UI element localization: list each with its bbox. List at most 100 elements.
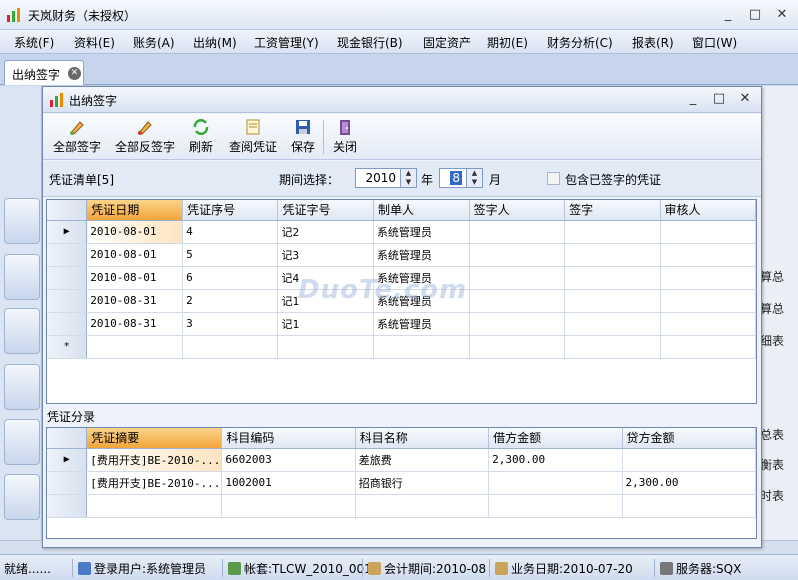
background-link-6[interactable]: 时表 xyxy=(760,487,784,504)
cell-date[interactable]: 2010-08-01 xyxy=(86,266,184,290)
cell-reviewer[interactable] xyxy=(660,312,756,336)
table-row[interactable] xyxy=(47,494,756,518)
cell-signed[interactable] xyxy=(564,220,661,244)
row-selector[interactable] xyxy=(47,494,88,518)
dialog-close-button[interactable]: ✕ xyxy=(735,90,755,108)
menu-fixed-assets[interactable]: 固定资产 xyxy=(423,34,471,51)
cell-number[interactable]: 记3 xyxy=(277,243,374,267)
nav-user-icon[interactable] xyxy=(4,308,40,354)
year-spin-arrows-icon[interactable]: ▲ ▼ xyxy=(400,169,416,187)
menu-payroll[interactable]: 工资管理(Y) xyxy=(254,34,319,51)
nav-print-icon[interactable] xyxy=(4,364,40,410)
column-header-summary[interactable]: 凭证摘要 xyxy=(86,428,223,449)
row-selector[interactable] xyxy=(47,266,88,290)
include-signed-checkbox[interactable] xyxy=(547,172,560,185)
cell-seq[interactable]: 6 xyxy=(182,266,279,290)
table-row[interactable]: ▶ [费用开支]BE-2010-... 6602003 差旅费 2,300.00 xyxy=(47,448,756,472)
cell-reviewer[interactable] xyxy=(660,289,756,313)
cell-signer[interactable] xyxy=(469,266,566,290)
cell-reviewer[interactable] xyxy=(660,220,756,244)
save-button[interactable]: 保存 xyxy=(291,118,315,155)
table-row[interactable]: [费用开支]BE-2010-... 1002001 招商银行 2,300.00 xyxy=(47,471,756,495)
cell-signer[interactable] xyxy=(469,312,566,336)
column-header-signed[interactable]: 签字 xyxy=(564,200,661,221)
nav-books-icon[interactable] xyxy=(4,419,40,465)
menu-data[interactable]: 资料(E) xyxy=(74,34,115,51)
cell-account-code[interactable]: 1002001 xyxy=(221,471,356,495)
row-selector-header[interactable] xyxy=(47,428,88,449)
column-header-debit[interactable]: 借方金额 xyxy=(488,428,623,449)
menu-accounts[interactable]: 账务(A) xyxy=(133,34,175,51)
cell-account-name[interactable]: 差旅费 xyxy=(355,448,490,472)
dialog-maximize-button[interactable]: □ xyxy=(709,90,729,108)
year-spinner[interactable]: 2010 ▲ ▼ xyxy=(355,168,417,188)
close-dialog-button[interactable]: 关闭 xyxy=(333,118,357,155)
cell-debit[interactable] xyxy=(488,471,623,495)
new-row[interactable]: * xyxy=(47,335,756,359)
column-header-creator[interactable]: 制单人 xyxy=(373,200,470,221)
menu-system[interactable]: 系统(F) xyxy=(14,34,54,51)
nav-ledger-icon[interactable] xyxy=(4,254,40,300)
cell-date[interactable]: 2010-08-31 xyxy=(86,289,184,313)
cell-signer[interactable] xyxy=(469,289,566,313)
close-button[interactable]: ✕ xyxy=(772,6,792,24)
nav-chart-icon[interactable] xyxy=(4,474,40,520)
row-selector[interactable] xyxy=(47,243,88,267)
cell-reviewer[interactable] xyxy=(660,243,756,267)
menu-cash-bank[interactable]: 现金银行(B) xyxy=(337,34,403,51)
table-row[interactable]: 2010-08-01 5 记3 系统管理员 xyxy=(47,243,756,267)
cell-seq[interactable]: 5 xyxy=(182,243,279,267)
cell-creator[interactable]: 系统管理员 xyxy=(373,312,470,336)
cell-number[interactable]: 记1 xyxy=(277,312,374,336)
unsign-all-button[interactable]: 全部反签字 xyxy=(115,118,175,155)
cell-creator[interactable]: 系统管理员 xyxy=(373,220,470,244)
column-header-account-name[interactable]: 科目名称 xyxy=(355,428,490,449)
table-row[interactable]: 2010-08-31 3 记1 系统管理员 xyxy=(47,312,756,336)
minimize-button[interactable]: _ xyxy=(718,6,738,24)
menu-analysis[interactable]: 财务分析(C) xyxy=(547,34,613,51)
row-selector-header[interactable] xyxy=(47,200,88,221)
dialog-minimize-button[interactable]: _ xyxy=(683,90,703,108)
cell-seq[interactable]: 4 xyxy=(182,220,279,244)
cell-credit[interactable]: 2,300.00 xyxy=(622,471,756,495)
row-selector[interactable] xyxy=(47,289,88,313)
cell-summary[interactable]: [费用开支]BE-2010-... xyxy=(86,448,223,472)
table-row[interactable]: ▶ 2010-08-01 4 记2 系统管理员 xyxy=(47,220,756,244)
background-link-1[interactable]: 算总 xyxy=(760,268,784,285)
menu-cashier[interactable]: 出纳(M) xyxy=(193,34,237,51)
cell-account-code[interactable]: 6602003 xyxy=(221,448,356,472)
column-header-signer[interactable]: 签字人 xyxy=(469,200,566,221)
column-header-voucher-date[interactable]: 凭证日期 xyxy=(86,200,184,221)
cell-reviewer[interactable] xyxy=(660,266,756,290)
menu-window[interactable]: 窗口(W) xyxy=(692,34,737,51)
background-link-5[interactable]: 衡表 xyxy=(760,456,784,473)
refresh-button[interactable]: 刷新 xyxy=(189,118,213,155)
menu-reports[interactable]: 报表(R) xyxy=(632,34,674,51)
background-link-2[interactable]: 算总 xyxy=(760,300,784,317)
column-header-reviewer[interactable]: 审核人 xyxy=(660,200,756,221)
column-header-credit[interactable]: 贷方金额 xyxy=(622,428,756,449)
cell-summary[interactable]: [费用开支]BE-2010-... xyxy=(86,471,223,495)
include-signed-label[interactable]: 包含已签字的凭证 xyxy=(565,171,661,188)
background-link-3[interactable]: 细表 xyxy=(760,332,784,349)
cell-seq[interactable]: 3 xyxy=(182,312,279,336)
month-spin-arrows-icon[interactable]: ▲ ▼ xyxy=(466,169,482,187)
cell-signed[interactable] xyxy=(564,312,661,336)
month-spinner[interactable]: 8 ▲ ▼ xyxy=(439,168,483,188)
sign-all-button[interactable]: 全部签字 xyxy=(53,118,101,155)
cell-signer[interactable] xyxy=(469,243,566,267)
cell-credit[interactable] xyxy=(622,448,756,472)
cell-signed[interactable] xyxy=(564,243,661,267)
column-header-voucher-seq[interactable]: 凭证序号 xyxy=(182,200,279,221)
background-link-4[interactable]: 总表 xyxy=(760,426,784,443)
cell-account-name[interactable]: 招商银行 xyxy=(355,471,490,495)
menu-opening[interactable]: 期初(E) xyxy=(487,34,528,51)
row-selector[interactable] xyxy=(47,471,88,495)
maximize-button[interactable]: □ xyxy=(745,6,765,24)
tab-cashier-sign[interactable]: 出纳签字 ✕ xyxy=(4,60,84,85)
row-selector[interactable] xyxy=(47,312,88,336)
cell-signer[interactable] xyxy=(469,220,566,244)
cell-creator[interactable]: 系统管理员 xyxy=(373,243,470,267)
nav-voucher-icon[interactable] xyxy=(4,198,40,244)
column-header-voucher-number[interactable]: 凭证字号 xyxy=(277,200,374,221)
